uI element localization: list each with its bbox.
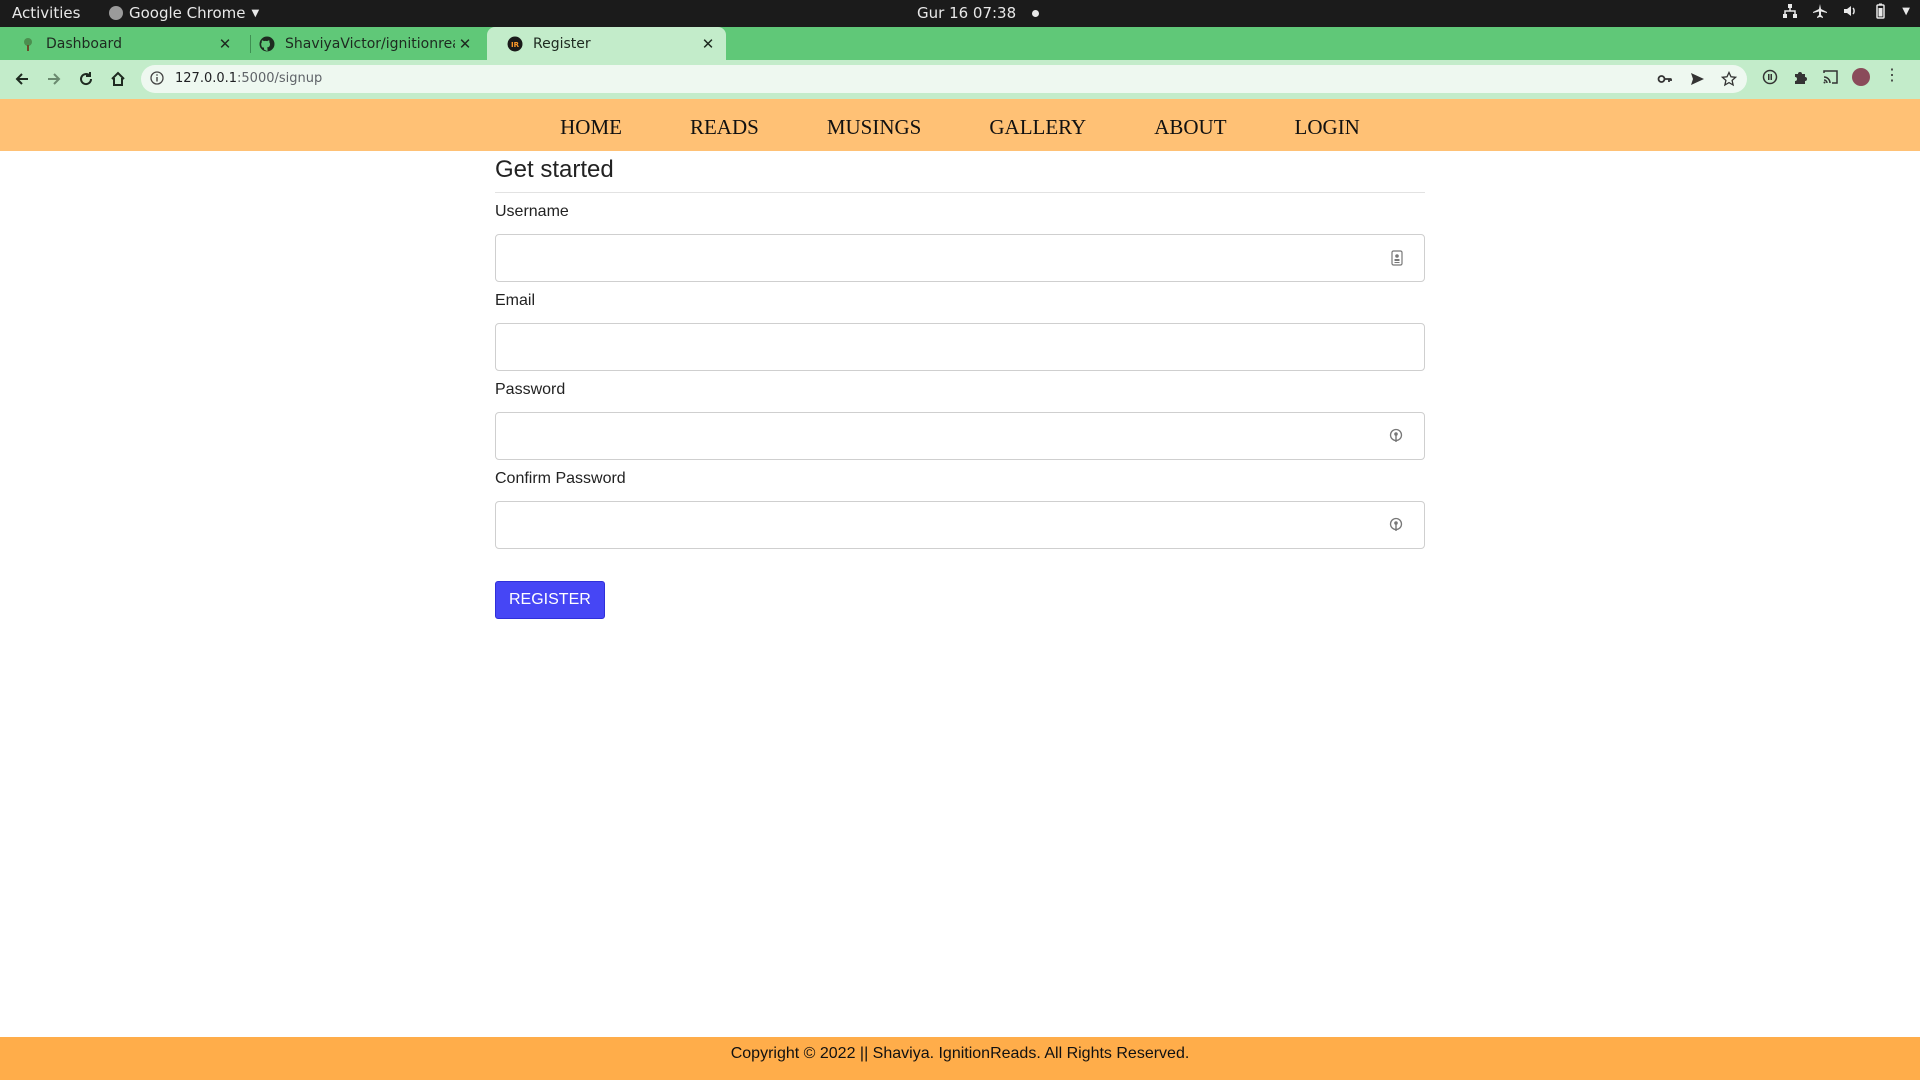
- contact-card-icon[interactable]: [1390, 250, 1404, 271]
- extensions-puzzle-icon[interactable]: [1792, 69, 1808, 85]
- email-input[interactable]: [496, 324, 1424, 370]
- nav-gallery-link[interactable]: GALLERY: [955, 99, 1120, 151]
- username-label: Username: [495, 203, 569, 220]
- password-key-icon[interactable]: [1657, 71, 1673, 87]
- app-menu-label: Google Chrome: [129, 4, 246, 22]
- tab-strip: Dashboard ✕ ShaviyaVictor/ignitionreads …: [0, 27, 1920, 83]
- url-host: 127.0.0.1: [175, 71, 238, 86]
- forward-icon[interactable]: [43, 68, 65, 90]
- nav-login-link[interactable]: LOGIN: [1261, 99, 1394, 151]
- reload-icon[interactable]: [75, 68, 97, 90]
- site-footer: Copyright © 2022 || Shaviya. IgnitionRea…: [0, 1037, 1920, 1080]
- form-heading: Get started: [495, 156, 1425, 193]
- email-field-wrapper: [495, 323, 1425, 371]
- system-menu-arrow-icon: ▼: [1902, 5, 1910, 17]
- password-field-wrapper: [495, 412, 1425, 460]
- notification-dot-icon: [1032, 9, 1040, 17]
- confirm-password-input[interactable]: [496, 502, 1424, 548]
- register-button[interactable]: REGISTER: [495, 581, 605, 619]
- confirm-password-label: Confirm Password: [495, 470, 626, 487]
- tab-title: Register: [533, 35, 591, 52]
- battery-icon: [1876, 3, 1886, 19]
- send-icon[interactable]: [1689, 71, 1705, 87]
- chrome-icon: [109, 6, 123, 20]
- url-path: :5000/signup: [237, 71, 323, 86]
- activities-button[interactable]: Activities: [12, 4, 80, 22]
- close-icon[interactable]: ✕: [455, 35, 475, 53]
- tree-icon: [20, 36, 36, 52]
- close-icon[interactable]: ✕: [215, 35, 235, 53]
- close-icon[interactable]: ✕: [698, 35, 718, 53]
- dropdown-arrow-icon: ▼: [251, 7, 260, 19]
- extension-circle-icon[interactable]: [1762, 69, 1778, 85]
- app-menu[interactable]: Google Chrome ▼: [109, 4, 259, 22]
- copyright-text: Copyright © 2022 || Shaviya. IgnitionRea…: [730, 1045, 1190, 1062]
- confirm-password-field-wrapper: [495, 501, 1425, 549]
- network-icon: [1783, 4, 1798, 18]
- site-info-icon[interactable]: [150, 71, 164, 90]
- nav-about-link[interactable]: ABOUT: [1120, 99, 1260, 151]
- cast-icon[interactable]: [1822, 69, 1838, 85]
- nav-home-link[interactable]: HOME: [526, 99, 656, 151]
- username-field-wrapper: [495, 234, 1425, 282]
- airplane-mode-icon: [1813, 4, 1828, 18]
- system-tray[interactable]: ▼: [1782, 3, 1910, 19]
- back-icon[interactable]: [11, 68, 33, 90]
- password-input[interactable]: [496, 413, 1424, 459]
- password-label: Password: [495, 381, 566, 398]
- username-input[interactable]: [496, 235, 1424, 281]
- profile-avatar[interactable]: [1852, 68, 1870, 86]
- clock[interactable]: Gur 16 07:38: [917, 4, 1040, 22]
- tab-dashboard[interactable]: Dashboard ✕: [0, 27, 243, 60]
- menu-kebab-icon[interactable]: ⋮: [1884, 68, 1900, 86]
- site-navbar: HOME READS MUSINGS GALLERY ABOUT LOGIN: [0, 99, 1920, 151]
- tab-title: Dashboard: [46, 35, 122, 52]
- home-icon[interactable]: [107, 68, 129, 90]
- bookmark-star-icon[interactable]: [1721, 71, 1737, 87]
- email-label: Email: [495, 292, 536, 309]
- svg-text:IR: IR: [511, 41, 520, 49]
- key-icon[interactable]: [1388, 517, 1404, 538]
- tab-title: ShaviyaVictor/ignitionreads: [285, 35, 455, 52]
- signup-form: Get started Username Email Password Conf…: [495, 151, 1425, 619]
- tab-github[interactable]: ShaviyaVictor/ignitionreads ✕: [239, 27, 483, 60]
- github-icon: [259, 36, 275, 52]
- ir-logo-icon: IR: [507, 36, 523, 52]
- tab-register[interactable]: IR Register ✕: [487, 27, 726, 60]
- nav-reads-link[interactable]: READS: [656, 99, 793, 151]
- system-top-bar: Activities Google Chrome ▼ Gur 16 07:38 …: [0, 0, 1920, 27]
- nav-musings-link[interactable]: MUSINGS: [793, 99, 956, 151]
- url-text[interactable]: 127.0.0.1:5000/signup: [175, 71, 322, 86]
- browser-toolbar: 127.0.0.1:5000/signup ⋮: [0, 60, 1920, 99]
- volume-icon: [1844, 6, 1856, 16]
- clock-label: Gur 16 07:38: [917, 4, 1017, 22]
- address-bar[interactable]: 127.0.0.1:5000/signup: [141, 65, 1747, 93]
- key-icon[interactable]: [1388, 428, 1404, 449]
